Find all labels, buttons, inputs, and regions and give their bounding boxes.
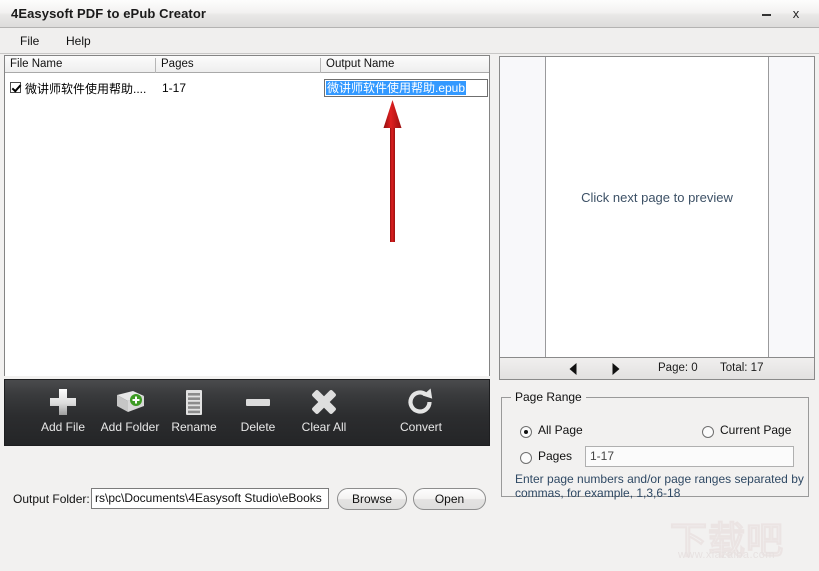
folder-add-icon bbox=[117, 391, 144, 412]
watermark-url-text: www.xiazaiba.com bbox=[678, 549, 775, 561]
title-bar: 4Easysoft PDF to ePub Creator x bbox=[0, 0, 819, 28]
watermark-logo-text: 下载吧 bbox=[670, 520, 784, 562]
file-list-body: 微讲师软件使用帮助.... 1-17 微讲师软件使用帮助.epub bbox=[5, 73, 489, 376]
column-header-pages[interactable]: Pages bbox=[155, 58, 320, 73]
plus-icon bbox=[50, 389, 76, 415]
convert-label: Convert bbox=[399, 420, 443, 434]
cell-pages: 1-17 bbox=[162, 81, 187, 95]
refresh-icon bbox=[408, 388, 433, 414]
rename-button[interactable]: Rename bbox=[158, 384, 230, 442]
radio-current-page[interactable] bbox=[702, 426, 714, 438]
radio-pages-label[interactable]: Pages bbox=[538, 449, 572, 463]
table-row[interactable]: 微讲师软件使用帮助.... 1-17 微讲师软件使用帮助.epub bbox=[5, 78, 489, 99]
file-name-text: 微讲师软件使用帮助.... bbox=[25, 81, 147, 96]
menu-bar: File Help bbox=[0, 28, 819, 54]
rename-label: Rename bbox=[171, 420, 217, 434]
total-pages-indicator: Total: 17 bbox=[720, 362, 764, 374]
toolbar: Add File Add Folder Rename Delete Clear … bbox=[4, 379, 490, 446]
triangle-left-icon[interactable] bbox=[566, 362, 582, 376]
close-button[interactable]: x bbox=[785, 5, 807, 23]
convert-button[interactable]: Convert bbox=[378, 384, 464, 442]
page-range-legend: Page Range bbox=[511, 390, 586, 404]
cell-file-name[interactable]: 微讲师软件使用帮助.... bbox=[10, 78, 158, 98]
output-folder-input[interactable]: rs\pc\Documents\4Easysoft Studio\eBooks bbox=[91, 488, 329, 509]
menu-item-help[interactable]: Help bbox=[60, 33, 97, 49]
column-header-output-name[interactable]: Output Name bbox=[320, 58, 489, 73]
triangle-right-icon[interactable] bbox=[607, 362, 623, 376]
output-name-selected-text: 微讲师软件使用帮助.epub bbox=[326, 81, 467, 95]
application-window: 4Easysoft PDF to ePub Creator x File Hel… bbox=[0, 0, 819, 571]
current-page-indicator: Page: 0 bbox=[658, 362, 698, 374]
row-checkbox[interactable] bbox=[10, 82, 21, 94]
column-header-file-name[interactable]: File Name bbox=[5, 58, 155, 73]
radio-pages[interactable] bbox=[520, 452, 532, 464]
browse-button[interactable]: Browse bbox=[337, 488, 407, 510]
page-range-hint: Enter page numbers and/or page ranges se… bbox=[515, 472, 804, 500]
open-button[interactable]: Open bbox=[413, 488, 486, 510]
minus-icon bbox=[246, 399, 270, 406]
delete-label: Delete bbox=[240, 420, 276, 434]
minimize-icon bbox=[761, 13, 771, 16]
cross-icon bbox=[312, 390, 336, 414]
file-list-header: File Name Pages Output Name bbox=[5, 56, 489, 73]
menu-item-file[interactable]: File bbox=[14, 33, 45, 49]
clear-all-label: Clear All bbox=[301, 420, 347, 434]
lines-icon bbox=[186, 390, 202, 415]
file-list-panel: File Name Pages Output Name 微讲师软件使用帮助...… bbox=[4, 55, 490, 376]
page-range-group: Page Range All Page Current Page Pages 1… bbox=[501, 390, 809, 500]
radio-all-page-label[interactable]: All Page bbox=[538, 423, 583, 437]
window-title: 4Easysoft PDF to ePub Creator bbox=[11, 6, 207, 21]
output-folder-row: Output Folder: rs\pc\Documents\4Easysoft… bbox=[0, 488, 490, 512]
delete-button[interactable]: Delete bbox=[225, 384, 291, 442]
preview-navigation-bar: Page: 0 Total: 17 bbox=[499, 358, 815, 380]
output-folder-label: Output Folder: bbox=[13, 492, 90, 506]
watermark: 下载吧 www.xiazaiba.com bbox=[668, 512, 813, 564]
output-name-input[interactable]: 微讲师软件使用帮助.epub bbox=[324, 79, 488, 97]
radio-current-page-label[interactable]: Current Page bbox=[720, 423, 791, 437]
radio-all-page[interactable] bbox=[520, 426, 532, 438]
preview-panel: Click next page to preview bbox=[499, 56, 815, 358]
preview-page-canvas[interactable]: Click next page to preview bbox=[545, 57, 769, 357]
preview-hint-text: Click next page to preview bbox=[581, 190, 733, 205]
clear-all-button[interactable]: Clear All bbox=[286, 384, 362, 442]
pages-input[interactable]: 1-17 bbox=[585, 446, 794, 467]
minimize-button[interactable] bbox=[755, 5, 777, 23]
